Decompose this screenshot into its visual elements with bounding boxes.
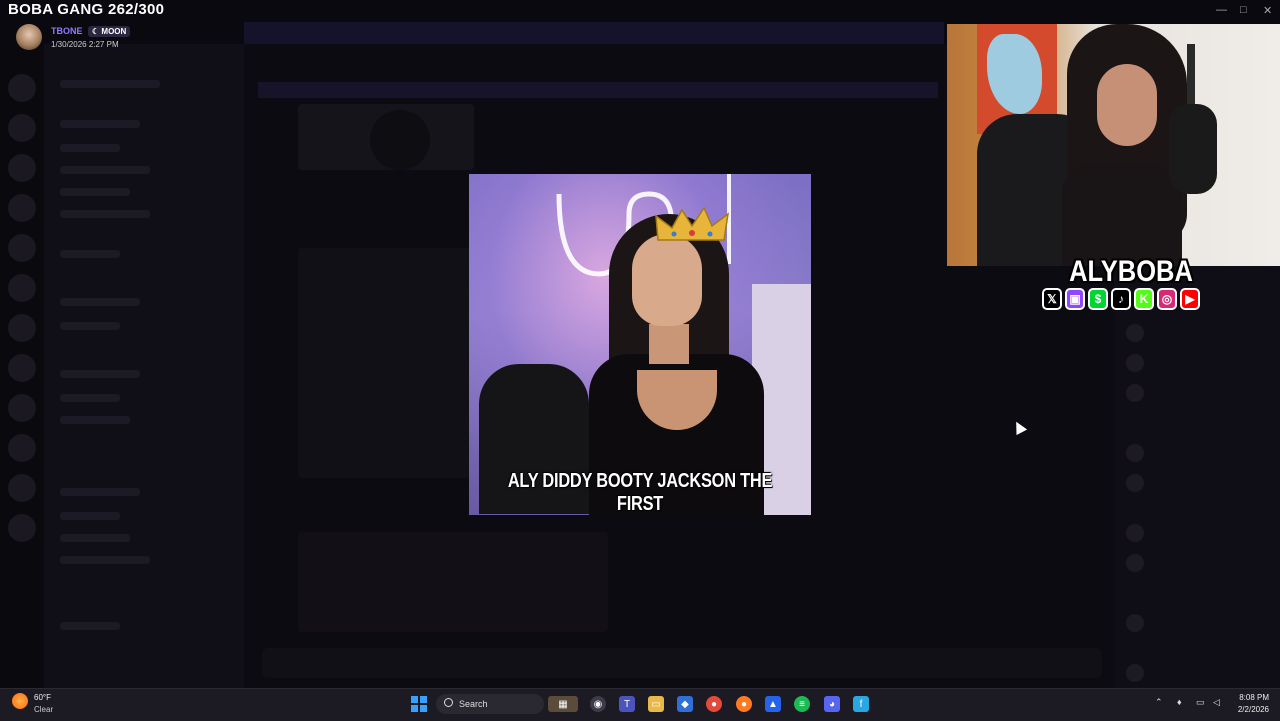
image-caption: ALY DIDDY BOOTY JACKSON THE FIRST <box>507 470 773 515</box>
user-panel[interactable] <box>60 622 120 630</box>
spotify-icon[interactable]: ≡ <box>794 696 810 712</box>
channel-notice <box>258 82 938 98</box>
message-attachment[interactable] <box>298 104 474 170</box>
search-highlight-icon[interactable]: ▦ <box>548 696 578 712</box>
firefox-icon[interactable]: ● <box>736 696 752 712</box>
server-icon[interactable] <box>8 274 36 302</box>
channel-item[interactable] <box>60 534 130 542</box>
member-avatar[interactable] <box>1126 524 1144 542</box>
weather-temperature[interactable]: 60°F <box>34 693 51 702</box>
weather-icon[interactable] <box>12 693 28 709</box>
server-icon[interactable] <box>8 474 36 502</box>
member-avatar[interactable] <box>1126 324 1144 342</box>
channel-item[interactable] <box>60 298 140 306</box>
channel-item[interactable] <box>60 120 140 128</box>
streamer-name: ALYBOBA <box>1069 255 1193 288</box>
tiktok-icon: ♪ <box>1111 288 1131 310</box>
server-icon[interactable] <box>8 314 36 342</box>
channel-item[interactable] <box>60 166 150 174</box>
face-shape <box>632 234 702 326</box>
message-attachment[interactable] <box>298 532 608 632</box>
server-icon[interactable] <box>8 354 36 382</box>
microphone-shape <box>1169 104 1217 194</box>
body-shape <box>1062 164 1182 266</box>
channel-item[interactable] <box>60 188 130 196</box>
member-avatar[interactable] <box>1126 614 1144 632</box>
notes-icon[interactable]: f <box>853 696 869 712</box>
channel-item[interactable] <box>60 80 160 88</box>
member-avatar[interactable] <box>1126 384 1144 402</box>
copilot-icon[interactable]: ◉ <box>590 696 606 712</box>
channel-item[interactable] <box>60 250 120 258</box>
webcam-feed <box>947 24 1280 266</box>
youtube-icon: ▶ <box>1180 288 1200 310</box>
message-attachment[interactable] <box>298 248 474 478</box>
teams-icon[interactable]: T <box>619 696 635 712</box>
server-icon[interactable] <box>8 234 36 262</box>
maximize-button[interactable]: □ <box>1240 4 1247 16</box>
message-timestamp: 1/30/2026 2:27 PM <box>51 40 119 49</box>
channel-list <box>44 44 244 688</box>
server-icon[interactable] <box>8 194 36 222</box>
neck-shape <box>649 324 689 364</box>
member-avatar[interactable] <box>1126 444 1144 462</box>
chrome-icon[interactable]: ● <box>706 696 722 712</box>
edge-icon[interactable]: ▲ <box>765 696 781 712</box>
crown-icon <box>655 206 730 241</box>
chevron-up-icon[interactable]: ⌃ <box>1155 697 1163 708</box>
channel-item[interactable] <box>60 144 120 152</box>
server-icon[interactable] <box>8 154 36 182</box>
channel-item[interactable] <box>60 370 140 378</box>
channel-item[interactable] <box>60 416 130 424</box>
search-label: Search <box>459 699 488 709</box>
volume-icon[interactable]: ◁ <box>1213 697 1220 708</box>
clock-date[interactable]: 2/2/2026 <box>1229 705 1269 714</box>
notification-banner <box>244 22 944 44</box>
message-input[interactable] <box>262 648 1102 678</box>
close-button[interactable]: ✕ <box>1263 4 1272 17</box>
instagram-icon: ◎ <box>1157 288 1177 310</box>
channel-item[interactable] <box>60 210 150 218</box>
channel-item[interactable] <box>60 512 120 520</box>
badge-label: MOON <box>101 27 127 36</box>
channel-item[interactable] <box>60 322 120 330</box>
server-icon[interactable] <box>8 434 36 462</box>
server-icon[interactable] <box>8 114 36 142</box>
face-shape <box>1097 64 1157 146</box>
discord-icon[interactable]: ◕ <box>824 696 840 712</box>
channel-item[interactable] <box>60 556 150 564</box>
network-icon[interactable]: ▭ <box>1196 697 1205 708</box>
channel-item[interactable] <box>60 488 140 496</box>
clock-time[interactable]: 8:08 PM <box>1233 693 1269 702</box>
username: TBONE <box>51 26 83 36</box>
member-avatar[interactable] <box>1126 664 1144 682</box>
moon-icon: ☾ <box>92 27 102 36</box>
minimize-button[interactable]: — <box>1216 4 1227 16</box>
server-rail <box>0 44 44 688</box>
office-icon[interactable]: ◆ <box>677 696 693 712</box>
server-icon[interactable] <box>8 74 36 102</box>
attachment-shape <box>370 110 430 170</box>
status-badge: ☾ MOON <box>88 26 131 37</box>
member-avatar[interactable] <box>1126 354 1144 372</box>
x-icon: 𝕏 <box>1042 288 1062 310</box>
server-icon[interactable] <box>8 514 36 542</box>
taskbar <box>0 688 1280 721</box>
file-explorer-icon[interactable]: ▭ <box>648 696 664 712</box>
weather-condition[interactable]: Clear <box>34 705 53 714</box>
member-avatar[interactable] <box>1126 474 1144 492</box>
cashapp-icon: $ <box>1088 288 1108 310</box>
social-icons: 𝕏 ▣ $ ♪ K ◎ ▶ <box>1042 288 1200 314</box>
featured-image: ALY DIDDY BOOTY JACKSON THE FIRST <box>469 174 811 515</box>
microphone-icon[interactable]: ♦ <box>1177 697 1182 707</box>
server-icon[interactable] <box>8 394 36 422</box>
twitch-icon: ▣ <box>1065 288 1085 310</box>
goal-title: BOBA GANG 262/300 <box>8 1 165 18</box>
start-icon[interactable] <box>411 696 427 712</box>
channel-item[interactable] <box>60 394 120 402</box>
avatar <box>16 24 42 50</box>
member-avatar[interactable] <box>1126 554 1144 572</box>
search-icon <box>444 698 453 707</box>
kick-icon: K <box>1134 288 1154 310</box>
